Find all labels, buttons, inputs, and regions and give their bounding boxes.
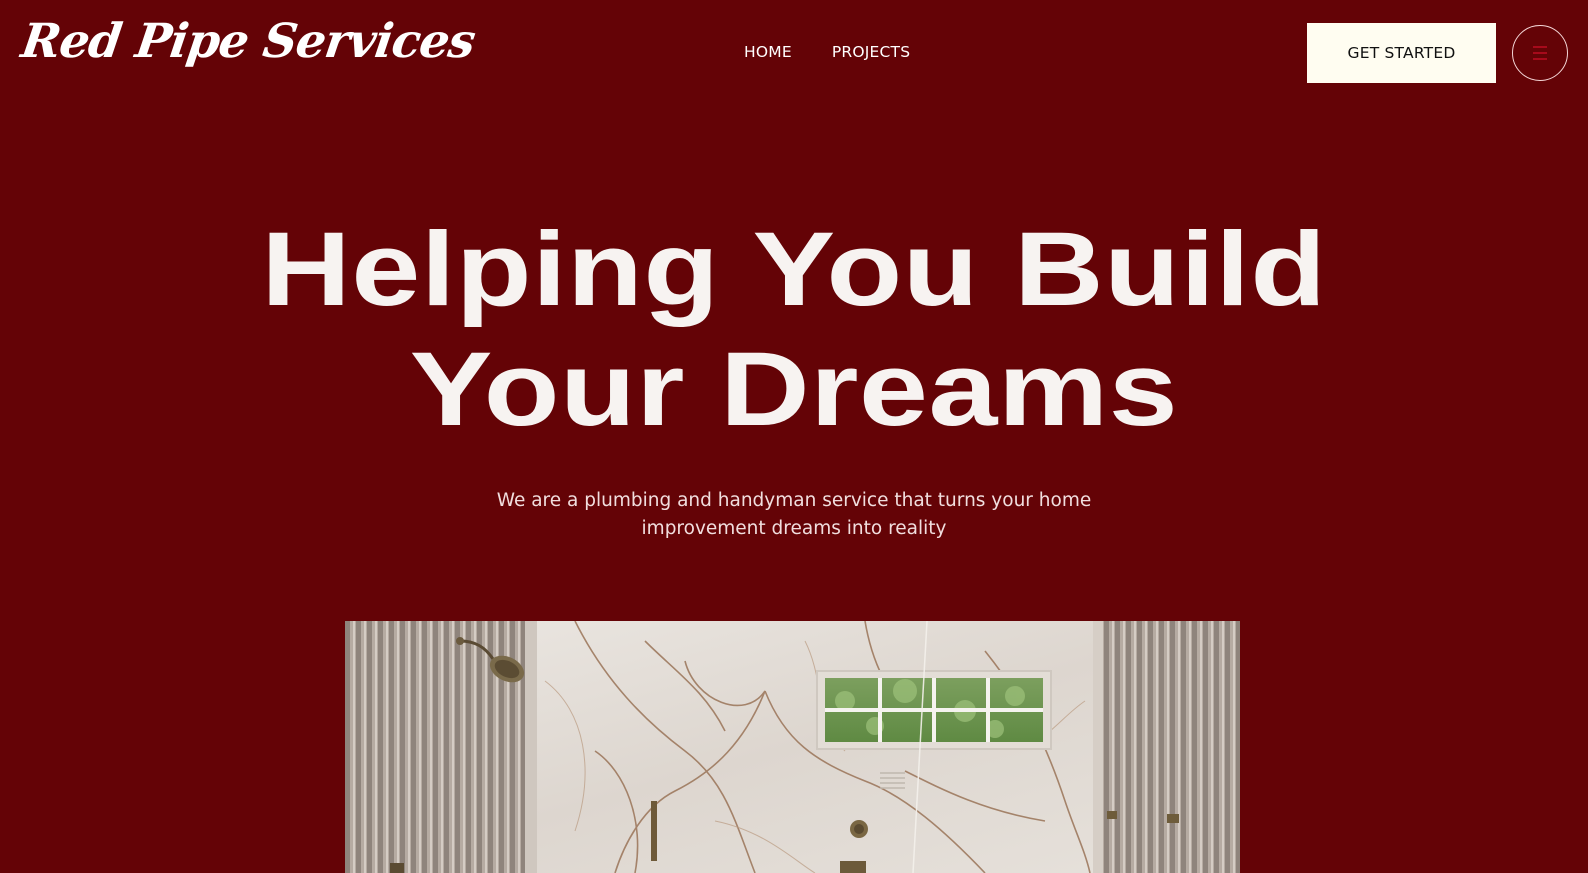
site-logo[interactable]: Red Pipe Services <box>18 14 478 69</box>
bathroom-shower-photo <box>345 621 1240 873</box>
hero-image <box>345 621 1240 873</box>
main-nav: HOME PROJECTS <box>744 43 910 61</box>
hamburger-icon <box>1533 46 1547 60</box>
site-header: Red Pipe Services HOME PROJECTS GET STAR… <box>0 0 1588 106</box>
menu-button[interactable] <box>1512 25 1568 81</box>
get-started-button[interactable]: GET STARTED <box>1307 23 1496 83</box>
hero-subtitle-line-1: We are a plumbing and handyman service t… <box>496 490 1092 511</box>
nav-item-home[interactable]: HOME <box>744 43 792 61</box>
hero-title: Helping You Build Your Dreams <box>0 210 1588 450</box>
hero-title-line-2: Your Dreams <box>409 331 1179 448</box>
hero-title-line-1: Helping You Build <box>261 211 1327 328</box>
hero-subtitle-line-2: improvement dreams into reality <box>641 518 947 539</box>
hero-subtitle: We are a plumbing and handyman service t… <box>0 487 1588 543</box>
nav-item-projects[interactable]: PROJECTS <box>832 43 910 61</box>
